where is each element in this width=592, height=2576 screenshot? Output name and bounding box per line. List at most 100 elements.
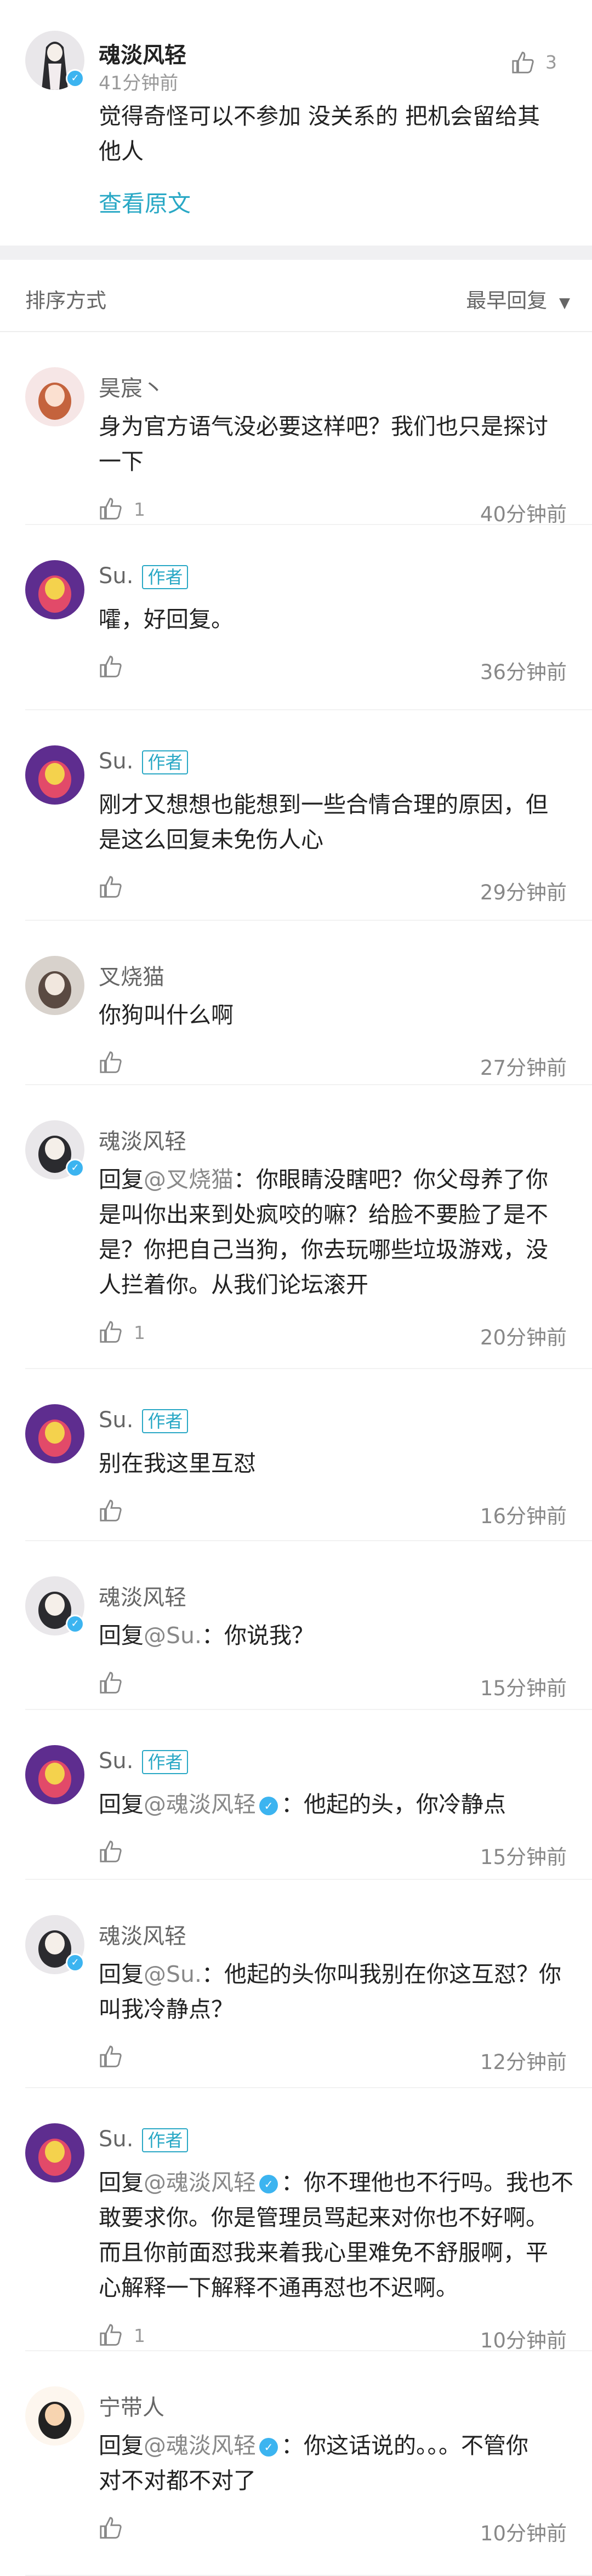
like-button[interactable] [99,875,164,902]
comment-username[interactable]: Su. 作者 [99,749,189,774]
avatar[interactable] [25,367,84,426]
comment-text-line: 而且你前面怼我来着我心里难免不舒服啊，平 [99,2235,548,2270]
comment-text: 身为官方语气没必要这样吧？我们也只是探讨 [99,413,548,440]
avatar[interactable] [25,956,84,1015]
like-button[interactable] [99,1050,164,1078]
avatar-image-icon [25,1745,84,1804]
comment-username[interactable]: 魂淡风轻 [99,1124,186,1155]
avatar-image-icon [25,2386,84,2446]
comment-text: 你狗叫什么啊 [99,1002,234,1028]
verified-badge-icon: ✓ [259,2438,278,2457]
comment-text-line: 回复@魂淡风轻 ✓ ：他起的头，你冷静点 [99,1787,506,1822]
comment-text-line: 心解释一下解释不通再怼也不迟啊。 [99,2270,458,2305]
comment-text: ：你这话说的。。。不管你 [281,2432,528,2459]
comment-divider [25,2350,592,2351]
reply-mention[interactable]: @Su. [144,1622,202,1649]
verified-badge-icon: ✓ [66,1615,84,1633]
comment-username[interactable]: Su. 作者 [99,563,189,589]
like-button[interactable] [99,654,164,682]
comment-text: 对不对都不对了 [99,2467,256,2494]
comment-divider [25,1084,592,1085]
like-button[interactable]: 1 [99,2323,164,2350]
comment-username[interactable]: 昊宸丶 [99,371,164,402]
avatar-image-icon [25,1404,84,1463]
like-button[interactable] [99,1839,164,1867]
comment-text: 是叫你出来到处疯咬的嘛？给脸不要脸了是不 [99,1201,548,1228]
reply-mention[interactable]: @魂淡风轻 [144,1791,256,1817]
top-comment: ✓ 魂淡风轻 41分钟前 3 觉得奇怪可以不参加 没关系的 把机会留给其 他人 … [0,0,592,246]
like-button[interactable] [99,1671,164,1698]
comment-text-line-1: 觉得奇怪可以不参加 没关系的 把机会留给其 [99,103,540,129]
comment-username[interactable]: 宁带人 [99,2390,164,2421]
comment-text-line: 回复@魂淡风轻 ✓ ：你不理他也不行吗。我也不 [99,2165,573,2200]
comment-text-line: 你狗叫什么啊 [99,998,234,1033]
like-button[interactable]: 1 [99,497,164,524]
comment-username-text: 宁带人 [99,2395,164,2420]
reply-mention[interactable]: @魂淡风轻 [144,2432,256,2459]
reply-mention[interactable]: @魂淡风轻 [144,2169,256,2196]
comment-text-line: 人拦着你。从我们论坛滚开 [99,1267,368,1302]
view-original-link[interactable]: 查看原文 [99,185,191,219]
avatar-image-icon [25,367,84,426]
comment-time: 20分钟前 [480,1326,567,1349]
comment-text: 人拦着你。从我们论坛滚开 [99,1272,368,1298]
verified-badge-icon: ✓ [66,69,84,88]
like-icon[interactable] [511,50,536,76]
like-button[interactable] [99,2516,164,2543]
comment-username[interactable]: 魂淡风轻 [99,1918,186,1950]
avatar[interactable] [25,560,84,619]
comment-text: 是这么回复未免伤人心 [99,827,323,853]
comment-time: 29分钟前 [480,881,567,904]
verified-badge-icon: ✓ [259,2175,278,2193]
like-icon [100,1672,122,1694]
comment-username[interactable]: 魂淡风轻 [99,37,186,69]
comment-time: 36分钟前 [480,660,567,684]
like-icon [100,2045,122,2067]
reply-prefix: 回复 [99,1166,144,1193]
comment-username-text: 昊宸丶 [99,376,164,401]
comment-username[interactable]: 叉烧猫 [99,959,164,991]
like-icon [100,1321,122,1343]
comment-divider [25,524,592,525]
comment-text-line: 是这么回复未免伤人心 [99,822,323,857]
like-button[interactable]: 1 [99,1320,164,1347]
comment-text-line: 回复@魂淡风轻 ✓ ：你这话说的。。。不管你 [99,2428,528,2463]
comment-text: 嚯，好回复。 [99,606,234,632]
avatar[interactable] [25,2123,84,2182]
comment-divider [25,1540,592,1541]
comment-time: 16分钟前 [480,1504,567,1528]
comment-text: ：他起的头你叫我别在你这互怼？你 [202,1961,562,1987]
like-count: 3 [545,52,557,73]
comment-time: 15分钟前 [480,1677,567,1700]
comment-text-line: 敢要求你。你是管理员骂起来对你也不好啊。 [99,2200,548,2235]
author-tag: 作者 [142,1750,189,1774]
comment-username-text: 魂淡风轻 [99,1585,186,1610]
comment-text-line: 别在我这里互怼 [99,1446,256,1481]
reply-mention[interactable]: @Su. [144,1961,202,1987]
avatar[interactable] [25,1404,84,1463]
comment-text-line: 回复@叉烧猫：你眼睛没瞎吧？你父母养了你 [99,1162,548,1197]
comment-text-line: 一下 [99,444,144,479]
comment-time: 41分钟前 [99,72,179,94]
comment-text: ：他起的头，你冷静点 [281,1791,506,1817]
like-icon [100,2324,122,2346]
avatar[interactable] [25,2386,84,2446]
comment-username-text: 魂淡风轻 [99,1924,186,1949]
comment-username[interactable]: 魂淡风轻 [99,1580,186,1611]
reply-prefix: 回复 [99,1791,144,1817]
avatar[interactable] [25,1745,84,1804]
comment-username[interactable]: Su. 作者 [99,1407,189,1433]
avatar[interactable] [25,745,84,805]
like-button[interactable] [99,2044,164,2072]
like-button[interactable] [99,1498,164,1526]
comment-text-line: 回复@Su.：他起的头你叫我别在你这互怼？你 [99,1957,561,1992]
verified-badge-icon: ✓ [66,1159,84,1177]
verified-badge-icon: ✓ [66,1953,84,1972]
comment-username-text: 叉烧猫 [99,965,164,990]
comment-text-line: 回复@Su.：你说我？ [99,1618,314,1653]
comment-username[interactable]: Su. 作者 [99,2127,189,2152]
sort-select[interactable]: 最早回复 ▼ [466,284,570,314]
sort-selected-label: 最早回复 [466,289,548,312]
comment-username[interactable]: Su. 作者 [99,1748,189,1774]
reply-mention[interactable]: @叉烧猫 [144,1166,234,1193]
